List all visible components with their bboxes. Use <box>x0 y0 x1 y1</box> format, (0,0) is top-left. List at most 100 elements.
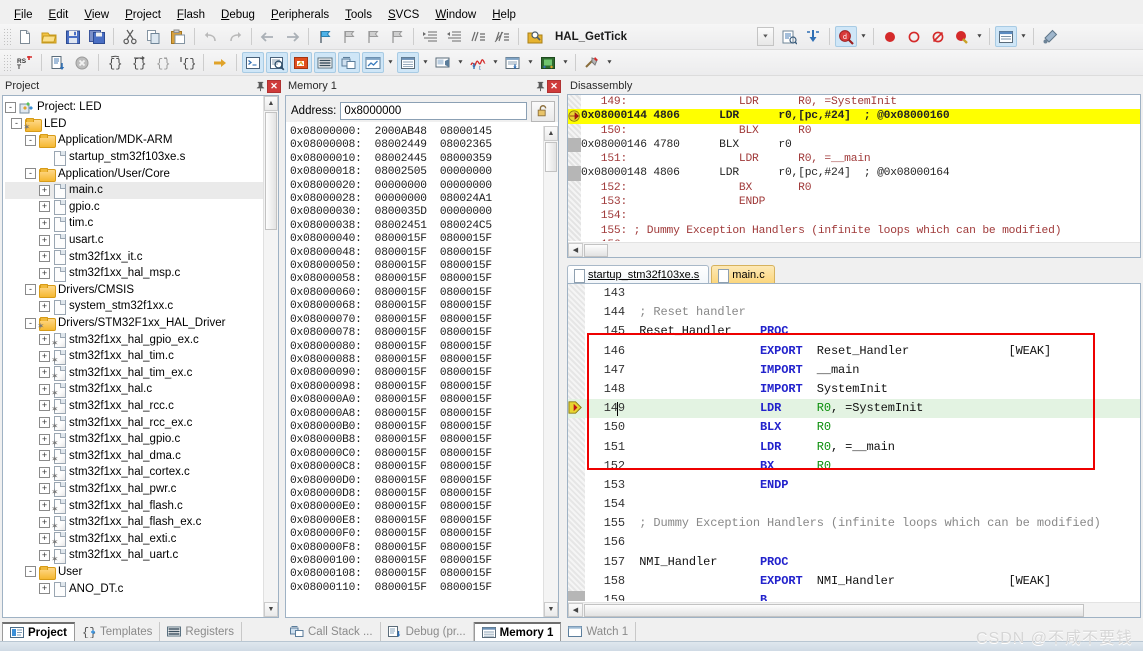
editor-line[interactable]: 144 ; Reset handler <box>568 303 1140 322</box>
tree-expander-icon[interactable]: + <box>39 267 50 279</box>
tree-expander-icon[interactable]: + <box>39 433 50 445</box>
tree-expander-icon[interactable]: - <box>25 566 36 578</box>
tree-expander-icon[interactable]: + <box>39 184 50 196</box>
lock-open-icon[interactable] <box>531 100 555 122</box>
tree-item[interactable]: startup_stm32f103xe.s <box>5 149 278 166</box>
new-file-icon[interactable] <box>14 26 36 47</box>
tree-expander-icon[interactable]: + <box>39 234 50 246</box>
tree-item[interactable]: + ✶ stm32f1xx_hal_exti.c <box>5 530 278 548</box>
registers-window-icon[interactable] <box>314 52 336 73</box>
save-all-icon[interactable] <box>86 26 108 47</box>
tree-expander-icon[interactable]: + <box>39 417 50 429</box>
menu-item-view[interactable]: View <box>76 7 117 23</box>
serial-dropdown-icon[interactable] <box>455 52 466 73</box>
menu-item-file[interactable]: File <box>6 7 41 23</box>
menu-item-svcs[interactable]: SVCS <box>380 7 427 23</box>
close-icon[interactable]: ✕ <box>267 79 281 93</box>
disassembly-window-icon[interactable] <box>266 52 288 73</box>
pin-icon[interactable] <box>534 80 547 93</box>
memory-window-icon[interactable] <box>995 26 1017 47</box>
disassembly-view[interactable]: 149: LDR R0, =SystemInit 0x08000144 4806 … <box>567 94 1141 258</box>
disassembly-line[interactable]: 150: BLX R0 <box>568 124 1140 138</box>
find-in-files-icon[interactable] <box>524 26 546 47</box>
bottom-tab-call-stack[interactable]: Call Stack ... <box>283 622 381 641</box>
tree-item[interactable]: + ✶ stm32f1xx_hal_rcc_ex.c <box>5 414 278 432</box>
editor-tab[interactable]: startup_stm32f103xe.s <box>567 265 710 284</box>
bottom-tab-memory-1[interactable]: Memory 1 <box>473 622 562 641</box>
tree-item[interactable]: + ✶ stm32f1xx_hal_rcc.c <box>5 398 278 415</box>
disassembly-line[interactable]: 154: <box>568 209 1140 223</box>
bookmark-prev-icon[interactable] <box>338 26 360 47</box>
tree-expander-icon[interactable]: + <box>39 383 50 395</box>
trace-dropdown-icon[interactable] <box>525 52 536 73</box>
tree-expander-icon[interactable]: - <box>25 284 36 296</box>
memory-window-icon[interactable] <box>397 52 419 73</box>
menu-item-help[interactable]: Help <box>484 7 524 23</box>
watch-window-icon[interactable] <box>362 52 384 73</box>
command-window-icon[interactable] <box>242 52 264 73</box>
editor-hscrollbar[interactable]: ◀ <box>568 602 1140 617</box>
toolbar-grip[interactable] <box>3 27 11 46</box>
tree-expander-icon[interactable]: + <box>39 300 50 312</box>
copy-icon[interactable] <box>143 26 165 47</box>
tree-item[interactable]: + stm32f1xx_hal_msp.c <box>5 265 278 282</box>
tree-expander-icon[interactable]: - <box>5 101 16 113</box>
tree-item[interactable]: + ✶ stm32f1xx_hal_cortex.c <box>5 464 278 481</box>
tree-item[interactable]: + ✶ stm32f1xx_hal_flash.c <box>5 497 278 515</box>
menu-item-flash[interactable]: Flash <box>169 7 213 23</box>
trace-window-icon[interactable] <box>502 52 524 73</box>
navigate-back-icon[interactable] <box>257 26 279 47</box>
tree-expander-icon[interactable]: + <box>39 350 50 362</box>
symbols-window-icon[interactable] <box>290 52 312 73</box>
system-viewer-icon[interactable] <box>537 52 559 73</box>
editor-line[interactable]: 159 B . <box>568 591 1140 601</box>
editor-line[interactable]: 151 LDR R0, =__main <box>568 438 1140 457</box>
indent-right-icon[interactable] <box>419 26 441 47</box>
tree-item[interactable]: + ✶ stm32f1xx_hal_gpio.c <box>5 431 278 448</box>
paste-icon[interactable] <box>167 26 189 47</box>
disassembly-lines[interactable]: 149: LDR R0, =SystemInit 0x08000144 4806 … <box>568 95 1140 241</box>
redo-icon[interactable] <box>224 26 246 47</box>
tree-expander-icon[interactable]: + <box>39 251 50 263</box>
tree-expander-icon[interactable]: - <box>25 134 36 146</box>
run-to-cursor-icon[interactable]: {} <box>176 52 198 73</box>
editor-line[interactable]: 145 Reset_Handler PROC <box>568 322 1140 341</box>
disassembly-line[interactable]: 156: <box>568 238 1140 241</box>
bookmark-clear-icon[interactable] <box>386 26 408 47</box>
tree-expander-icon[interactable]: + <box>39 217 50 229</box>
menu-item-debug[interactable]: Debug <box>213 7 263 23</box>
editor-tabstrip[interactable]: startup_stm32f103xe.s main.c <box>567 264 777 284</box>
tree-expander-icon[interactable]: + <box>39 466 50 478</box>
scroll-up-icon[interactable]: ▲ <box>264 96 278 111</box>
tree-item[interactable]: + ✶ stm32f1xx_hal_gpio_ex.c <box>5 331 278 349</box>
project-tree-container[interactable]: - Project: LED - ✶ LED - Application/MDK-ARM st… <box>2 95 279 618</box>
tree-expander-icon[interactable]: - <box>11 118 22 130</box>
tree-item[interactable]: + ✶ stm32f1xx_hal_uart.c <box>5 547 278 564</box>
tree-item[interactable]: - Drivers/CMSIS <box>5 282 278 299</box>
editor-line[interactable]: 147 IMPORT __main <box>568 361 1140 380</box>
uncomment-icon[interactable] <box>491 26 513 47</box>
toolbar-grip[interactable] <box>3 53 11 72</box>
menu-item-edit[interactable]: Edit <box>41 7 77 23</box>
editor-line[interactable]: 158 EXPORT NMI_Handler [WEAK] <box>568 572 1140 591</box>
tree-item[interactable]: + tim.c <box>5 215 278 232</box>
combo-dropdown-icon[interactable] <box>757 27 774 46</box>
editor-line[interactable]: 150 BLX R0 <box>568 418 1140 437</box>
system-viewer-dropdown-icon[interactable] <box>560 52 571 73</box>
disassembly-line[interactable]: 155: ; Dummy Exception Handlers (infinit… <box>568 224 1140 238</box>
scrollbar-thumb[interactable] <box>584 603 1084 617</box>
tree-item[interactable]: - Application/MDK-ARM <box>5 132 278 149</box>
insert-bookmark-icon[interactable] <box>778 26 800 47</box>
cut-icon[interactable] <box>119 26 141 47</box>
tree-item[interactable]: + ✶ stm32f1xx_hal_pwr.c <box>5 481 278 498</box>
save-icon[interactable] <box>62 26 84 47</box>
bottom-tabs-left[interactable]: Project {} Templates Registers <box>2 622 242 641</box>
tree-item[interactable]: - Application/User/Core <box>5 165 278 182</box>
editor-line[interactable]: 148 IMPORT SystemInit <box>568 380 1140 399</box>
call-stack-window-icon[interactable] <box>338 52 360 73</box>
editor-current-line[interactable]: 149 LDR R0, =SystemInit <box>568 399 1140 419</box>
toolbox-icon[interactable] <box>581 52 603 73</box>
navigate-forward-icon[interactable] <box>281 26 303 47</box>
analysis-window-icon[interactable]: t <box>467 52 489 73</box>
editor-line[interactable]: 155 ; Dummy Exception Handlers (infinite… <box>568 514 1140 533</box>
